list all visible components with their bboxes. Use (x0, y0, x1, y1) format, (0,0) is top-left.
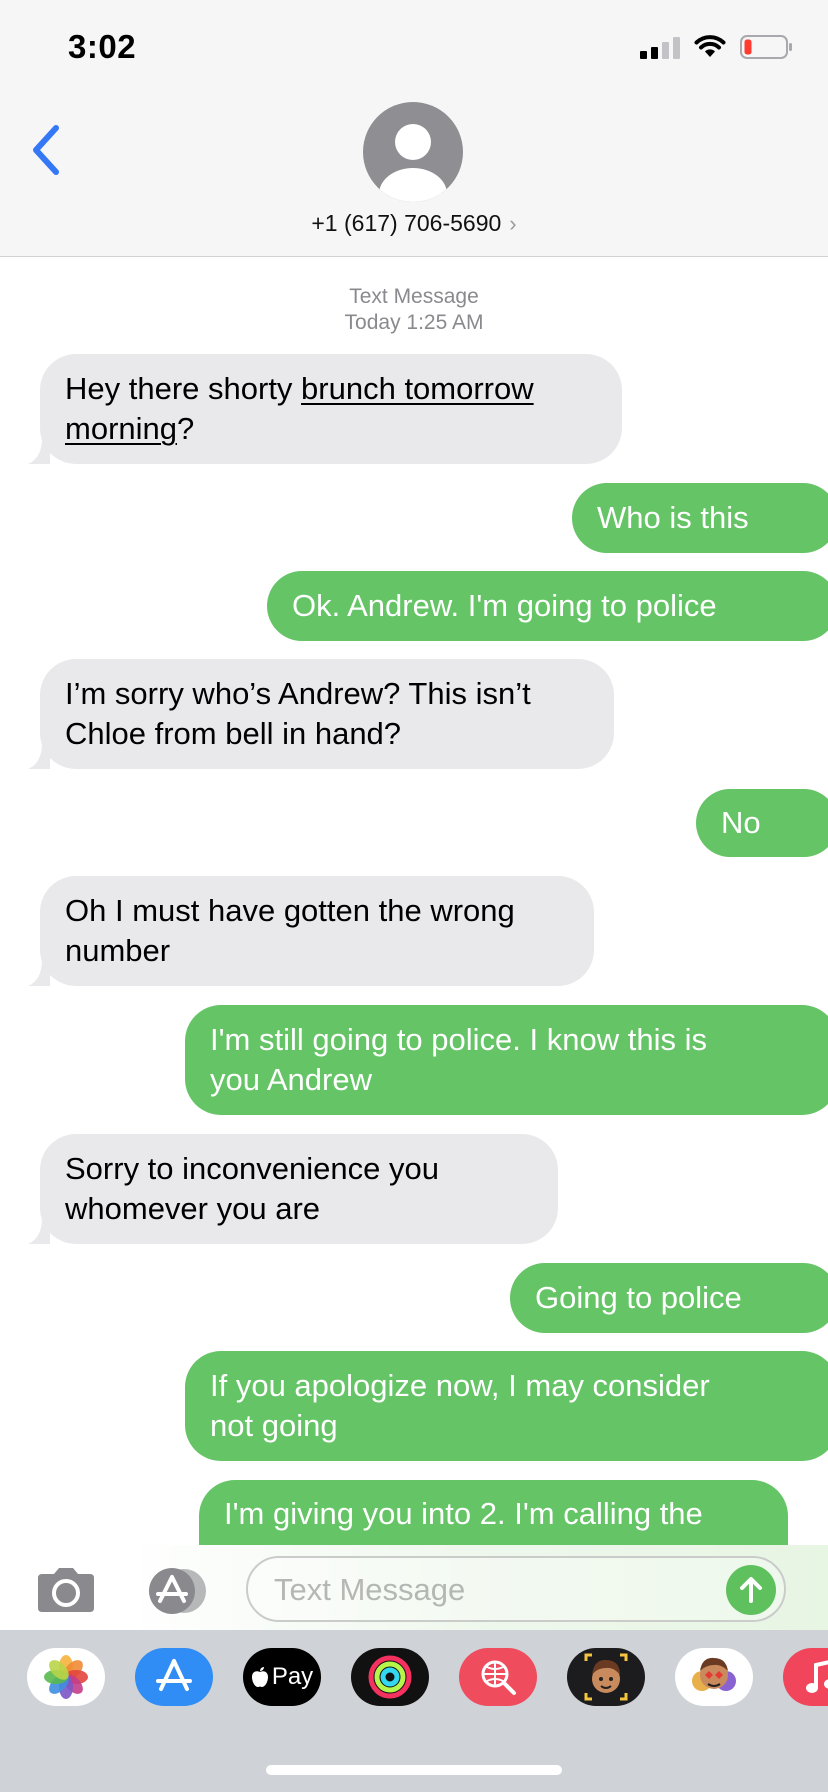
bubble-tail (28, 743, 50, 769)
bubble-tail (776, 615, 798, 641)
message-outgoing[interactable]: If you apologize now, I may consider not… (185, 1351, 828, 1461)
send-button[interactable] (726, 1565, 776, 1615)
bubble-tail (28, 960, 50, 986)
message-text-line: Chloe from bell in hand? (65, 716, 402, 751)
message-input[interactable]: Text Message (246, 1556, 786, 1622)
message-text-line: number (65, 933, 171, 968)
message-text-line: I’m sorry who’s Andrew? This isn’t (65, 676, 531, 711)
app-store-app-icon[interactable] (135, 1648, 213, 1706)
bubble-tail (776, 1089, 798, 1115)
timestamp-text: Today 1:25 AM (344, 311, 484, 334)
message-text-part: ? (177, 411, 195, 446)
data-detector-link[interactable]: morning (65, 411, 177, 446)
message-text: No (721, 805, 761, 840)
contact-name[interactable]: +1 (617) 706-5690 › (0, 210, 828, 237)
apple-pay-label: Pay (271, 1663, 314, 1690)
conversation-header: 3:02 +1 (617) 706-5690 › (0, 0, 828, 257)
message-outgoing[interactable]: I'm still going to police. I know this i… (185, 1005, 828, 1115)
message-text-line: whomever you are (65, 1191, 321, 1226)
contact-number: +1 (617) 706-5690 (311, 210, 502, 236)
activity-app-icon[interactable] (351, 1648, 429, 1706)
message-text-part: Hey there shorty (65, 371, 302, 406)
app-store-button-icon[interactable] (140, 1567, 212, 1615)
service-label: Text Message (349, 285, 479, 308)
message-outgoing[interactable]: No (696, 789, 828, 857)
message-text: Going to police (535, 1280, 742, 1315)
bubble-tail (776, 527, 798, 553)
camera-icon[interactable] (34, 1566, 98, 1614)
message-incoming[interactable]: Hey there shorty brunch tomorrow morning? (40, 354, 622, 464)
person-icon (379, 124, 447, 202)
photos-app-icon[interactable] (27, 1648, 105, 1706)
message-text-line: If you apologize now, I may consider (210, 1368, 710, 1403)
home-indicator[interactable] (266, 1765, 562, 1775)
status-time: 3:02 (68, 28, 137, 65)
message-text-line: Oh I must have gotten the wrong (65, 893, 515, 928)
bubble-tail (776, 1307, 798, 1333)
activity-rings-icon (368, 1655, 412, 1699)
message-text: Hey there shorty brunch tomorrow morning? (65, 369, 597, 449)
message-input-placeholder: Text Message (274, 1572, 466, 1607)
message-text-line: Sorry to inconvenience you (65, 1151, 439, 1186)
message-outgoing[interactable]: Ok. Andrew. I'm going to police (267, 571, 828, 641)
thread-timestamp: Text Message Today 1:25 AM (0, 284, 828, 336)
message-incoming[interactable]: Sorry to inconvenience you whomever you … (40, 1134, 558, 1244)
globe-search-icon (481, 1660, 516, 1695)
apple-pay-app-icon[interactable]: Pay (243, 1648, 321, 1706)
battery-icon (740, 35, 792, 59)
arrow-up-icon (740, 1577, 762, 1603)
message-text-line: not going (210, 1408, 338, 1443)
message-incoming[interactable]: Oh I must have gotten the wrong number (40, 876, 594, 986)
message-incoming[interactable]: I’m sorry who’s Andrew? This isn’t Chloe… (40, 659, 614, 769)
message-text-line: I'm giving you into 2. I'm calling the (224, 1496, 703, 1531)
contact-avatar[interactable] (363, 102, 463, 202)
status-icons (640, 34, 794, 60)
wifi-icon (694, 35, 726, 57)
bubble-tail (28, 1218, 50, 1244)
bubble-tail (28, 438, 50, 464)
back-chevron-icon[interactable] (26, 122, 66, 178)
chevron-right-icon: › (509, 211, 517, 236)
memoji-stickers-icon (692, 1657, 736, 1691)
memoji-stickers-app-icon[interactable] (675, 1648, 753, 1706)
cellular-signal-icon (640, 35, 680, 59)
memoji-app-icon[interactable] (567, 1648, 645, 1706)
music-note-icon (806, 1660, 828, 1693)
image-search-app-icon[interactable] (459, 1648, 537, 1706)
data-detector-link[interactable]: brunch tomorrow (301, 371, 534, 406)
message-text-line: I'm still going to police. I know this i… (210, 1022, 707, 1057)
bubble-tail (776, 1435, 798, 1461)
message-text-line: you Andrew (210, 1062, 372, 1097)
memoji-face-icon (584, 1653, 628, 1701)
app-store-icon (156, 1659, 192, 1691)
message-text: Ok. Andrew. I'm going to police (292, 588, 717, 623)
photos-icon (44, 1655, 88, 1699)
apple-logo-icon (251, 1667, 268, 1687)
bubble-tail (776, 831, 798, 857)
